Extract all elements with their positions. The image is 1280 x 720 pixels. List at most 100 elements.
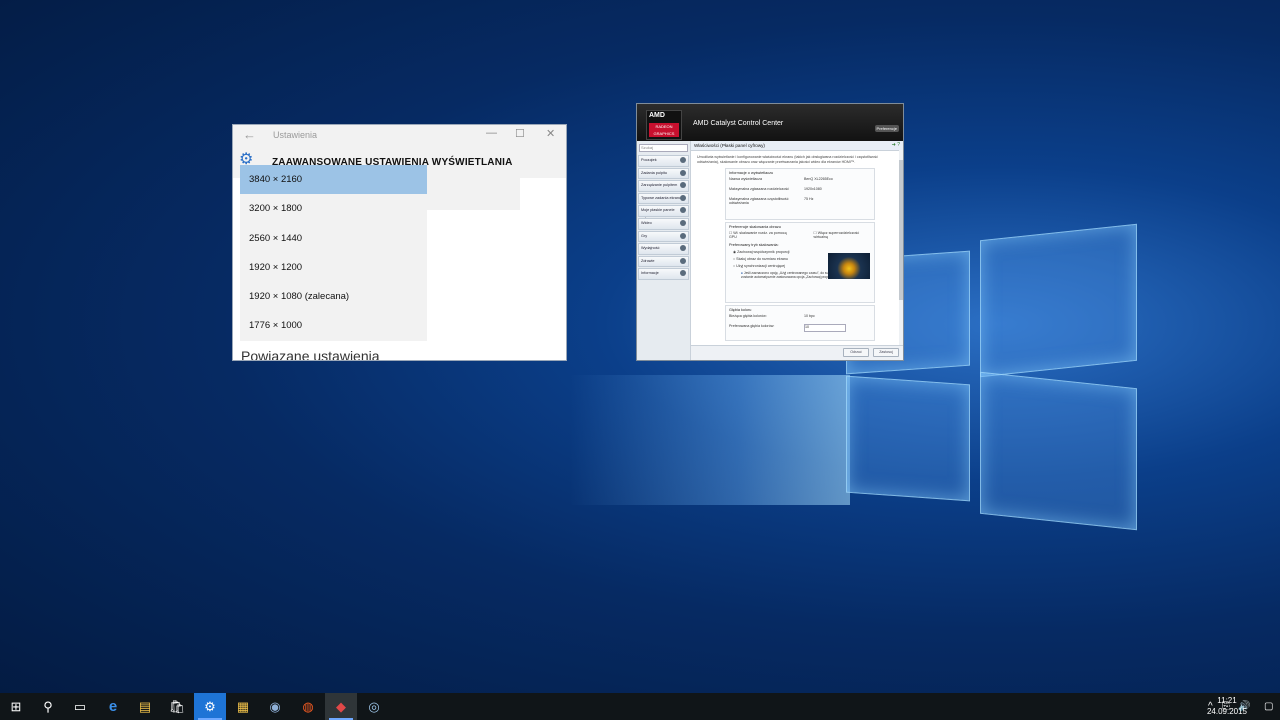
nav-item-icon (680, 157, 686, 163)
nav-item[interactable]: Zdrowie (638, 255, 689, 268)
radio-label: Zachowaj współczynnik proporcji (737, 250, 790, 255)
color-key: Preferowana głębia kolorów: (729, 324, 775, 329)
edge-icon[interactable]: e (97, 693, 129, 720)
discard-button[interactable]: Odrzuć (843, 348, 869, 357)
amd-nav-panel: Szukaj Początek Zadania pulpitu Zarządza… (637, 141, 691, 360)
scaling-preview-image (828, 253, 870, 280)
related-settings-heading: Powiązane ustawienia (241, 348, 380, 360)
nav-item-icon (680, 245, 686, 252)
nav-item-label: Zadania pulpitu (641, 170, 667, 175)
help-icon[interactable]: ➜ ? (892, 141, 900, 150)
color-row: Bieżąca głębia kolorów: 10 bpc (729, 314, 871, 324)
info-value: BenQ XL2265Eco (804, 177, 833, 182)
nav-item[interactable]: Wydajność (638, 243, 689, 255)
nav-item-icon (680, 182, 686, 189)
color-row: Preferowana głębia kolorów: 10 (729, 324, 871, 334)
amd-footer: Odrzuć Zastosuj (691, 345, 903, 360)
back-arrow-icon[interactable]: ← (243, 127, 256, 142)
settings-window-title: Ustawienia (273, 130, 318, 140)
app-icon[interactable]: ◎ (358, 693, 390, 720)
start-icon[interactable]: ⊞ (0, 693, 32, 720)
info-value: 1920x1080 (804, 187, 822, 192)
info-key: Maksymalna zgłaszana częstotliwość odświ… (729, 197, 789, 206)
radio-label: Użyj synchronizacji centrującej (736, 264, 786, 269)
amd-header: AMD RADEON GRAPHICS AMD Catalyst Control… (637, 104, 903, 141)
nav-item-label: Wydajność (641, 246, 660, 251)
taskbar: ⊞ ⚲ ▭ e ▤ 🛍 ⚙ ▦ ◉ ◍ ◆ ◎ ^ ⎘ 🔊 ▢ 11:21 24… (0, 693, 1280, 720)
info-row: Maksymalna zgłaszana rozdzielczość 1920x1… (729, 187, 871, 197)
nav-item-icon (680, 207, 686, 214)
scaling-checkboxes: ☐ Wł. skalowanie rozdz. za pomocą GPU ☐ … (729, 231, 871, 239)
clock[interactable]: 11:21 24.09.2015 (1204, 695, 1250, 717)
resolution-dropdown[interactable]: 3840 × 2160 3200 × 1800 2560 × 1440 1920… (240, 165, 427, 341)
info-row: Nazwa wyświetlacza BenQ XL2265Eco (729, 177, 871, 187)
section-title: Informacje o wyświetlaczu (729, 171, 774, 176)
color-key: Bieżąca głębia kolorów: (729, 314, 767, 319)
amd-scrollbar[interactable] (899, 150, 903, 345)
gpu-scaling-checkbox[interactable]: ☐ Wł. skalowanie rozdz. za pomocą GPU (729, 231, 792, 239)
nav-item[interactable]: Gry (638, 230, 689, 243)
notifications-icon[interactable]: ▢ (1264, 693, 1273, 720)
nav-item[interactable]: Zadania pulpitu (638, 167, 689, 180)
origin-icon[interactable]: ◍ (292, 693, 324, 720)
resolution-option[interactable]: 3840 × 2160 (240, 165, 427, 195)
radeon-badge: RADEON GRAPHICS (649, 123, 679, 137)
app-icon[interactable]: ▦ (227, 693, 259, 720)
radio-label: Skaluj obraz do rozmiaru ekranu (736, 257, 788, 262)
color-depth-select[interactable]: 10 (804, 324, 846, 333)
nav-item-label: Typowe zadania ekranu (641, 195, 682, 200)
nav-item[interactable]: Początek (638, 155, 689, 167)
nav-item-label: Wideo (641, 220, 652, 225)
clock-time: 11:21 (1217, 696, 1237, 705)
preferences-button[interactable]: Preferencje (874, 125, 899, 132)
steam-icon[interactable]: ◉ (259, 693, 291, 720)
resolution-select-bg (427, 178, 520, 210)
close-button[interactable]: ✕ (546, 127, 555, 140)
virtual-super-resolution-checkbox[interactable]: ☐ Włącz superrozdzielczość wirtualną (814, 231, 871, 239)
nav-item-icon (680, 270, 686, 277)
display-info-section: Informacje o wyświetlaczu Nazwa wyświetl… (725, 168, 875, 221)
amd-app-title: AMD Catalyst Control Center (693, 120, 784, 127)
resolution-option[interactable]: 1920 × 1080 (zalecana) (240, 282, 427, 311)
amd-page-title-text: Właściwości (Płaski panel cyfrowy) (694, 143, 765, 148)
nav-item-label: Początek (641, 158, 657, 162)
nav-item[interactable]: Typowe zadania ekranu (638, 192, 689, 205)
nav-item-icon (680, 219, 686, 226)
nav-item-label: Gry (641, 233, 648, 238)
resolution-option[interactable]: 2560 × 1440 (240, 224, 427, 253)
settings-titlebar[interactable]: ← Ustawienia — ☐ ✕ (233, 125, 566, 145)
scrollbar-thumb[interactable] (899, 160, 903, 300)
nav-item-label: Informacje (641, 271, 659, 276)
amd-content: Właściwości (Płaski panel cyfrowy) ➜ ? U… (691, 141, 903, 360)
minimize-button[interactable]: — (486, 127, 497, 139)
store-icon[interactable]: 🛍 (161, 693, 193, 720)
nav-item-label: Zarządzanie pulpitem (641, 183, 678, 188)
search-icon[interactable]: ⚲ (32, 693, 64, 720)
file-explorer-icon[interactable]: ▤ (129, 693, 161, 720)
amd-catalyst-taskbar-icon[interactable]: ◆ (325, 693, 357, 720)
amd-catalyst-window: AMD RADEON GRAPHICS AMD Catalyst Control… (637, 104, 903, 360)
info-value: 75 Hz (804, 197, 814, 202)
amd-logo: AMD RADEON GRAPHICS (646, 110, 682, 140)
clock-date: 24.09.2015 (1206, 707, 1248, 716)
nav-item[interactable]: Informacje (638, 268, 689, 280)
maximize-button[interactable]: ☐ (515, 127, 525, 140)
nav-item-icon (680, 232, 686, 239)
resolution-option[interactable]: 3200 × 1800 (240, 194, 427, 223)
color-depth-section: Głębia koloru Bieżąca głębia kolorów: 10 … (725, 305, 875, 342)
search-input[interactable]: Szukaj (639, 144, 688, 152)
apply-button[interactable]: Zastosuj (873, 348, 899, 357)
settings-window: ← Ustawienia — ☐ ✕ ⚙ ZAAWANSOWANE USTAWI… (233, 125, 566, 360)
task-view-icon[interactable]: ▭ (64, 693, 96, 720)
nav-item[interactable]: Moje płaskie panele cyfrowe (638, 205, 689, 221)
info-key: Nazwa wyświetlacza (729, 177, 762, 182)
nav-item[interactable]: Wideo (638, 217, 689, 230)
scaling-section: Preferencje skalowania obrazu ☐ Wł. skal… (725, 222, 875, 304)
resolution-option[interactable]: 1920 × 1200 (240, 253, 427, 282)
resolution-option[interactable]: 1776 × 1000 (240, 311, 427, 340)
color-value: 10 bpc (804, 314, 815, 319)
nav-item[interactable]: Zarządzanie pulpitem (638, 180, 689, 192)
scaling-mode-title: Preferowany tryb skalowania: (729, 243, 779, 248)
settings-app-icon[interactable]: ⚙ (194, 693, 226, 720)
section-title: Głębia koloru (729, 308, 752, 313)
